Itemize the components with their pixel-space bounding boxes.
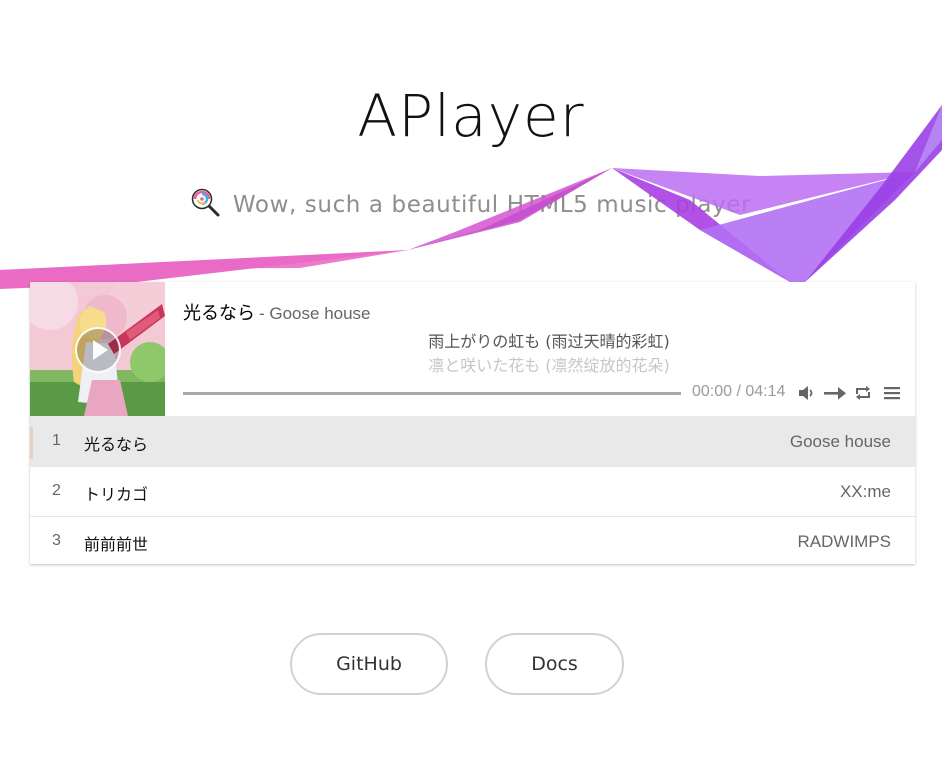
- loop-icon[interactable]: [853, 383, 873, 403]
- track-index: 1: [52, 432, 61, 449]
- track-artist: Goose house: [789, 432, 891, 451]
- progress-bar[interactable]: [183, 392, 681, 395]
- music-player: 光るなら - Goose house 雨上がりの虹も (雨过天晴的彩虹) 凛と咲い…: [30, 282, 915, 564]
- docs-button[interactable]: Docs: [485, 633, 624, 695]
- player-controller: 00:00 / 04:14: [183, 382, 915, 404]
- lyric-line-next: 凛と咲いた花も (凛然绽放的花朵): [428, 356, 670, 374]
- volume-icon[interactable]: [797, 383, 817, 403]
- track-index: 3: [52, 532, 61, 549]
- player-info: 光るなら - Goose house 雨上がりの虹も (雨过天晴的彩虹) 凛と咲い…: [183, 282, 915, 416]
- album-cover: [30, 282, 165, 416]
- lollipop-icon: [191, 188, 221, 218]
- track-index: 2: [52, 482, 61, 499]
- track-title: 光るなら: [84, 435, 149, 454]
- player-body: 光るなら - Goose house 雨上がりの虹も (雨过天晴的彩虹) 凛と咲い…: [30, 282, 915, 416]
- lyric-line-current: 雨上がりの虹も (雨过天晴的彩虹): [428, 332, 670, 351]
- song-author: - Goose house: [259, 304, 371, 323]
- track-title: 前前前世: [84, 535, 149, 554]
- track-artist: RADWIMPS: [797, 532, 892, 551]
- page-subtitle: Wow, such a beautiful HTML5 music player: [0, 188, 942, 218]
- menu-icon[interactable]: [882, 383, 902, 403]
- time-display: 00:00 / 04:14: [692, 383, 786, 400]
- now-playing: 光るなら - Goose house: [183, 299, 371, 325]
- cover-play-button[interactable]: [75, 327, 121, 373]
- order-arrow-icon[interactable]: [823, 383, 847, 403]
- page-title: APlayer: [357, 82, 585, 150]
- playlist-item[interactable]: 2 トリカゴ XX:me: [30, 466, 915, 516]
- page: APlayer Wow, such a beautiful HTML5 musi…: [0, 0, 942, 762]
- song-title: 光るなら: [183, 303, 255, 324]
- subtitle-text: Wow, such a beautiful HTML5 music player: [232, 192, 752, 218]
- lyrics-panel: 雨上がりの虹も (雨过天晴的彩虹) 凛と咲いた花も (凛然绽放的花朵): [183, 330, 915, 374]
- playlist-item[interactable]: 3 前前前世 RADWIMPS: [30, 516, 915, 564]
- track-artist: XX:me: [839, 482, 891, 501]
- playlist-item[interactable]: 1 光るなら Goose house: [30, 416, 915, 466]
- playlist: 1 光るなら Goose house 2 トリカゴ XX:me 3 前前前世 R…: [30, 416, 915, 564]
- track-title: トリカゴ: [84, 485, 149, 504]
- github-button[interactable]: GitHub: [290, 633, 448, 695]
